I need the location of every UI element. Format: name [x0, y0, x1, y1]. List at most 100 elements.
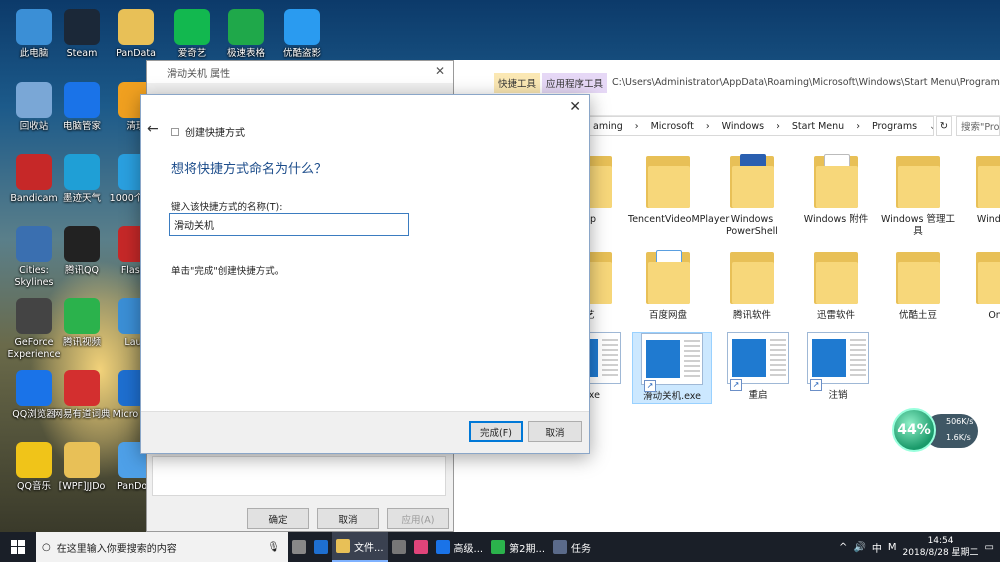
- ok-button[interactable]: 确定: [247, 508, 309, 529]
- folder-icon: [730, 248, 774, 304]
- file-item[interactable]: Windo 使: [958, 152, 1000, 226]
- taskbar-search-placeholder: 在这里输入你要搜索的内容: [56, 543, 177, 555]
- taskbar-search-box[interactable]: ○ 在这里输入你要搜索的内容 🎙: [36, 532, 288, 562]
- app-icon: [16, 370, 52, 406]
- app-icon: [118, 9, 154, 45]
- file-item-label: 百度网盘: [648, 310, 687, 321]
- desktop: 此电脑SteamPanData爱奇艺极速表格 2017优酷盗影回收站电脑管家清理…: [0, 0, 1000, 532]
- app-icon: [64, 226, 100, 262]
- breadcrumb-separator: ›: [634, 120, 639, 132]
- search-input[interactable]: 搜索"Pro: [956, 116, 1000, 136]
- breadcrumb-separator: ›: [776, 120, 780, 132]
- taskbar-app[interactable]: [410, 532, 432, 562]
- notification-icon[interactable]: ▭: [985, 542, 994, 553]
- baidu-netdisk-icon: [646, 248, 690, 304]
- upload-speed: 506K/s: [946, 417, 974, 426]
- watermark-url: jingyan.baidu.com: [798, 514, 900, 527]
- apply-button[interactable]: 应用(A): [387, 508, 449, 529]
- memory-usage-ball[interactable]: 44%: [892, 408, 936, 452]
- app-icon: [16, 442, 52, 478]
- file-item-label: One: [988, 310, 1000, 321]
- breadcrumb-segment[interactable]: aming: [593, 121, 623, 132]
- breadcrumb-segment[interactable]: Windows: [722, 121, 764, 132]
- file-item[interactable]: 迅雷软件: [796, 248, 876, 322]
- cancel-button[interactable]: 取消: [528, 421, 582, 442]
- file-item[interactable]: Windows 附件: [796, 152, 876, 226]
- file-item[interactable]: ↗ 滑动关机.exe: [632, 332, 712, 404]
- taskbar-app-icon: [435, 540, 450, 554]
- cancel-button[interactable]: 取消: [317, 508, 379, 529]
- tab-application-tools[interactable]: 应用程序工具: [542, 73, 608, 93]
- file-item-label: 优酷土豆: [898, 310, 937, 321]
- file-item[interactable]: One: [958, 248, 1000, 322]
- breadcrumb-segment[interactable]: Programs: [872, 121, 917, 132]
- folder-icon: [730, 152, 774, 208]
- folder-icon: [814, 248, 858, 304]
- file-item-label: Windows 附件: [803, 214, 869, 225]
- app-icon: [64, 298, 100, 334]
- close-icon[interactable]: ✕: [569, 99, 581, 115]
- network-speed-widget[interactable]: 44% 506K/s 1.6K/s: [888, 402, 980, 456]
- folder-icon: [976, 248, 1000, 304]
- file-item-label: 重启: [748, 390, 768, 401]
- app-icon: [16, 154, 52, 190]
- executable-icon: ↗: [641, 333, 703, 392]
- chevron-down-icon[interactable]: ⌄: [929, 121, 933, 132]
- tray-chevron-icon[interactable]: ^: [839, 542, 847, 553]
- close-icon[interactable]: ✕: [435, 64, 445, 78]
- taskbar-app-icon: [292, 540, 306, 554]
- properties-content-area: [152, 456, 446, 496]
- file-item-label: 滑动关机.exe: [643, 391, 701, 402]
- folder-icon: [646, 152, 690, 208]
- taskbar-app[interactable]: [288, 532, 310, 562]
- clock[interactable]: 14:54 2018/8/28 星期二: [903, 535, 979, 559]
- address-bar[interactable]: aming › Microsoft › Windows › Start Menu…: [588, 116, 934, 136]
- dialog-title: 创建快捷方式: [171, 124, 245, 139]
- taskbar-app-icon: [413, 540, 428, 554]
- create-shortcut-dialog[interactable]: ✕ ← 创建快捷方式 想将快捷方式命名为什么？ 键入该快捷方式的名称(T): 滑…: [140, 94, 590, 454]
- taskbar-app[interactable]: 第2期...: [487, 532, 549, 562]
- breadcrumb-segment[interactable]: Microsoft: [651, 121, 694, 132]
- file-item[interactable]: ↗ 注销: [798, 332, 878, 402]
- back-arrow-icon[interactable]: ←: [147, 121, 159, 137]
- taskbar-app[interactable]: [310, 532, 332, 562]
- windows-start-icon[interactable]: [0, 532, 36, 562]
- dialog-footer: 完成(F) 取消: [141, 411, 589, 453]
- baidu-watermark: Bai 经验 jingyan.baidu.com: [750, 462, 1000, 532]
- taskbar-app[interactable]: 文件...: [332, 532, 388, 562]
- executable-icon: ↗: [807, 332, 869, 391]
- ime-indicator[interactable]: 中: [872, 540, 882, 555]
- ime-mode-indicator[interactable]: M: [888, 542, 897, 553]
- file-item[interactable]: Windows 管理工具: [878, 152, 958, 238]
- taskbar-app-label: 高级...: [453, 543, 484, 555]
- finish-button[interactable]: 完成(F): [469, 421, 523, 442]
- app-icon: [16, 226, 52, 262]
- refresh-icon[interactable]: ↻: [936, 116, 952, 136]
- file-item[interactable]: 百度网盘: [628, 248, 708, 322]
- file-item-label: Windows 管理工具: [881, 214, 955, 237]
- folder-icon: [896, 152, 940, 208]
- microphone-icon[interactable]: 🎙: [267, 542, 288, 553]
- app-icon: [64, 82, 100, 118]
- file-item[interactable]: ↗ 重启: [718, 332, 798, 402]
- desktop-icon-label: PanData: [116, 48, 156, 59]
- taskbar-app[interactable]: 任务: [549, 532, 595, 562]
- taskbar-app[interactable]: 高级...: [432, 532, 488, 562]
- file-item[interactable]: 腾讯软件: [712, 248, 792, 322]
- clock-time: 14:54: [927, 536, 954, 546]
- breadcrumb-segment[interactable]: Start Menu: [792, 121, 844, 132]
- file-item[interactable]: 优酷土豆: [878, 248, 958, 322]
- file-item[interactable]: Windows PowerShell: [712, 152, 792, 238]
- file-item[interactable]: TencentVideoMPlayer: [628, 152, 729, 226]
- shortcut-name-input[interactable]: 滑动关机: [169, 213, 409, 236]
- tab-shortcut-tools[interactable]: 快捷工具: [494, 73, 541, 93]
- app-icon: [64, 442, 100, 478]
- folder-icon: [976, 152, 1000, 208]
- search-icon: ○: [42, 541, 51, 553]
- taskbar-app-icon: [391, 540, 406, 554]
- name-field-label: 键入该快捷方式的名称(T):: [171, 202, 283, 213]
- desktop-icon-label: 优酷盗影: [282, 48, 321, 59]
- taskbar-app[interactable]: [388, 532, 410, 562]
- clock-date: 2018/8/28 星期二: [902, 548, 979, 558]
- volume-icon[interactable]: 🔊: [853, 542, 865, 553]
